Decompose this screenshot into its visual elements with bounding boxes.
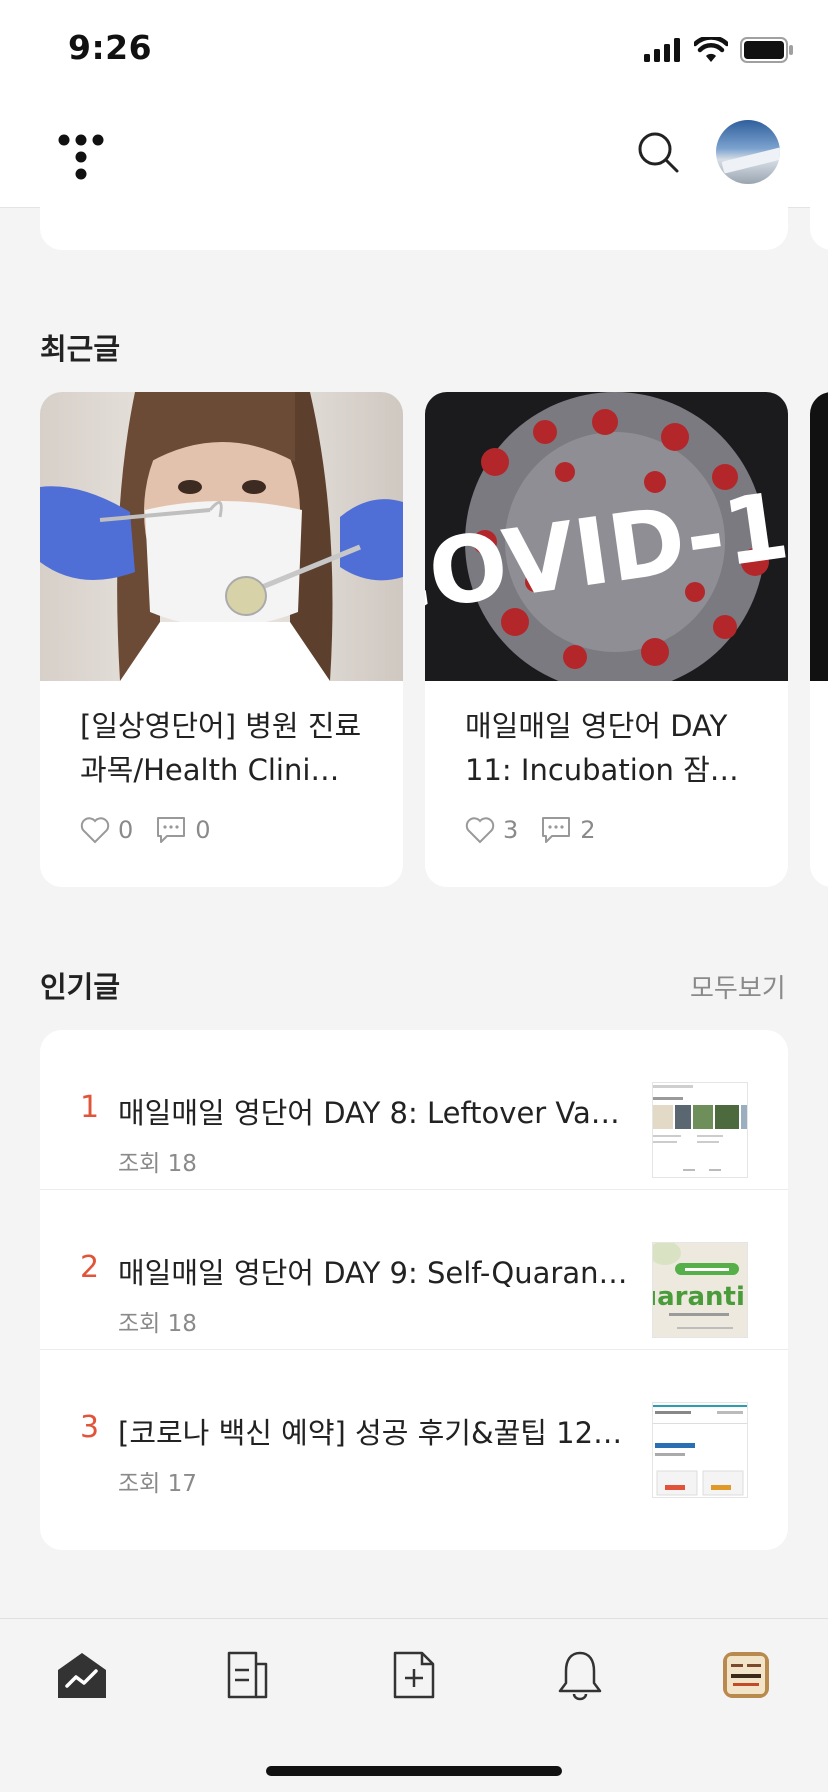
comment-icon[interactable]	[155, 815, 187, 845]
recent-post-thumbnail	[40, 392, 403, 681]
popular-post-item[interactable]: 1 매일매일 영단어 DAY 8: Leftover Va… 조회 18	[40, 1030, 788, 1190]
popular-post-thumbnail: uarantin	[652, 1242, 748, 1338]
recent-post-meta: 3 2	[465, 810, 610, 850]
profile-avatar-icon	[723, 1652, 769, 1698]
recent-post-meta: 0 0	[80, 810, 225, 850]
comment-count: 2	[580, 816, 596, 844]
heart-icon[interactable]	[465, 816, 495, 844]
popular-post-views: 조회 18	[118, 1151, 197, 1177]
popular-section-title: 인기글	[40, 970, 121, 1004]
heart-icon[interactable]	[80, 816, 110, 844]
previous-section-card-peek	[810, 190, 828, 250]
popular-rank: 2	[80, 1250, 100, 1285]
user-avatar[interactable]	[716, 120, 780, 184]
popular-posts-list: 1 매일매일 영단어 DAY 8: Leftover Va… 조회 18 2 매…	[40, 1030, 788, 1550]
bell-icon[interactable]	[552, 1647, 608, 1703]
recent-post-card[interactable]: [일상영단어] 병원 진료과목/Health Clini… 0 0	[40, 392, 403, 887]
recent-section-title: 최근글	[40, 332, 121, 366]
recent-post-card[interactable]: COVID-19 매일매일 영단어 DAY 11: Incubation 잠복기…	[425, 392, 788, 887]
search-icon[interactable]	[636, 130, 680, 174]
home-icon[interactable]	[54, 1647, 110, 1703]
view-all-link[interactable]: 모두보기	[690, 968, 786, 1005]
popular-post-views: 조회 18	[118, 1311, 197, 1337]
battery-icon	[740, 37, 793, 63]
document-icon[interactable]	[220, 1647, 276, 1703]
like-count: 3	[503, 816, 519, 844]
popular-post-item[interactable]: 2 매일매일 영단어 DAY 9: Self-Quaran… 조회 18 uar…	[40, 1190, 788, 1350]
status-icons	[644, 36, 794, 64]
home-indicator	[266, 1766, 562, 1776]
comment-icon[interactable]	[540, 815, 572, 845]
popular-post-thumbnail	[652, 1082, 748, 1178]
cellular-signal-icon	[644, 38, 680, 62]
recent-post-card-peek[interactable]	[810, 392, 828, 887]
popular-rank: 3	[80, 1410, 100, 1445]
comment-count: 0	[195, 816, 211, 844]
tistory-logo-icon[interactable]	[56, 130, 106, 180]
popular-post-views: 조회 17	[118, 1471, 197, 1497]
popular-post-title: 매일매일 영단어 DAY 9: Self-Quaran…	[118, 1256, 628, 1290]
recent-post-thumbnail: COVID-19	[425, 392, 788, 681]
new-post-icon[interactable]	[386, 1647, 442, 1703]
profile-tab[interactable]	[718, 1647, 774, 1703]
popular-post-title: [코로나 백신 예약] 성공 후기&꿀팁 12…	[118, 1416, 623, 1450]
popular-post-thumbnail	[652, 1402, 748, 1498]
wifi-icon	[694, 37, 728, 62]
popular-post-title: 매일매일 영단어 DAY 8: Leftover Va…	[118, 1096, 620, 1130]
previous-section-card	[40, 190, 788, 250]
status-bar: 9:26	[0, 0, 828, 100]
recent-post-title: [일상영단어] 병원 진료과목/Health Clini…	[80, 709, 362, 787]
popular-rank: 1	[80, 1090, 100, 1125]
recent-post-title: 매일매일 영단어 DAY 11: Incubation 잠복기	[465, 709, 737, 787]
thumbnail-text: uarantin	[653, 1282, 748, 1312]
popular-post-item[interactable]: 3 [코로나 백신 예약] 성공 후기&꿀팁 12… 조회 17	[40, 1350, 788, 1510]
status-time: 9:26	[68, 28, 153, 67]
like-count: 0	[118, 816, 134, 844]
